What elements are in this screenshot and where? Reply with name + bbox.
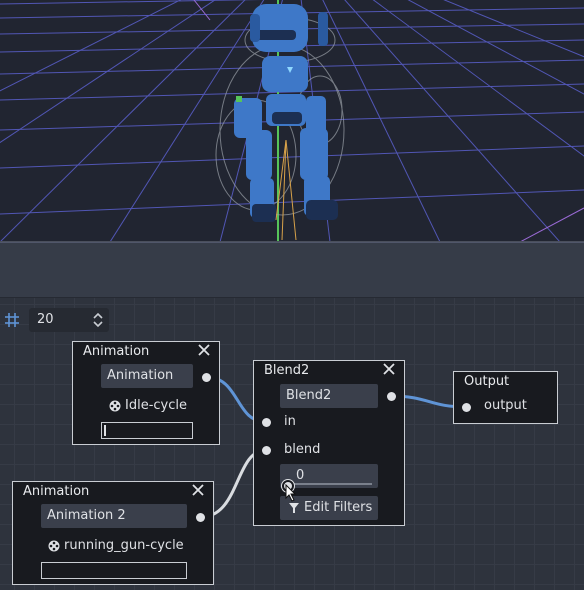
- blend-slot-label: blend: [284, 442, 321, 457]
- filter-icon: [289, 503, 299, 513]
- clip-name: running_gun-cycle: [64, 538, 184, 553]
- mouse-cursor-icon: [285, 484, 297, 502]
- in-port[interactable]: [262, 418, 271, 427]
- playback-position-bar[interactable]: [101, 422, 193, 439]
- input-port[interactable]: [462, 403, 471, 412]
- clip-selector[interactable]: Idle-cycle: [109, 398, 187, 413]
- viewport-scene: [0, 0, 584, 241]
- in-slot-label: in: [284, 414, 296, 429]
- clip-name: Idle-cycle: [125, 398, 187, 413]
- panel-separator: [0, 242, 584, 298]
- node-title: Animation: [23, 484, 90, 499]
- node-title: Blend2: [264, 363, 310, 378]
- 3d-viewport[interactable]: [0, 0, 584, 242]
- animation-node-2[interactable]: Animation Animation 2 running_gun-cycle: [12, 481, 214, 585]
- playhead: [104, 425, 106, 436]
- close-icon[interactable]: [382, 362, 396, 376]
- output-port[interactable]: [196, 513, 205, 522]
- clip-selector[interactable]: running_gun-cycle: [48, 538, 184, 553]
- blend2-node[interactable]: Blend2 Blend2 in blend 0 Edit Filters: [253, 360, 405, 526]
- animation-reel-icon: [109, 400, 121, 411]
- animation-tree-graph[interactable]: 20 Animation Animation Idle-cycle Animat…: [0, 298, 584, 590]
- close-icon[interactable]: [197, 343, 211, 357]
- edit-filters-label: Edit Filters: [304, 500, 373, 515]
- animation-name-field[interactable]: Animation: [101, 364, 193, 388]
- playback-position-bar[interactable]: [41, 562, 187, 579]
- output-slot-label: output: [484, 398, 527, 413]
- blend-name-field[interactable]: Blend2: [280, 384, 378, 408]
- animation-node-1[interactable]: Animation Animation Idle-cycle: [72, 341, 220, 445]
- output-node[interactable]: Output output: [453, 371, 558, 424]
- slider-track: [286, 483, 372, 485]
- output-port[interactable]: [202, 373, 211, 382]
- animation-name-field[interactable]: Animation 2: [41, 504, 187, 528]
- output-port[interactable]: [387, 392, 396, 401]
- node-title: Output: [464, 374, 510, 389]
- node-title: Animation: [83, 344, 150, 359]
- blend-port[interactable]: [262, 446, 271, 455]
- close-icon[interactable]: [191, 483, 205, 497]
- animation-reel-icon: [48, 540, 60, 551]
